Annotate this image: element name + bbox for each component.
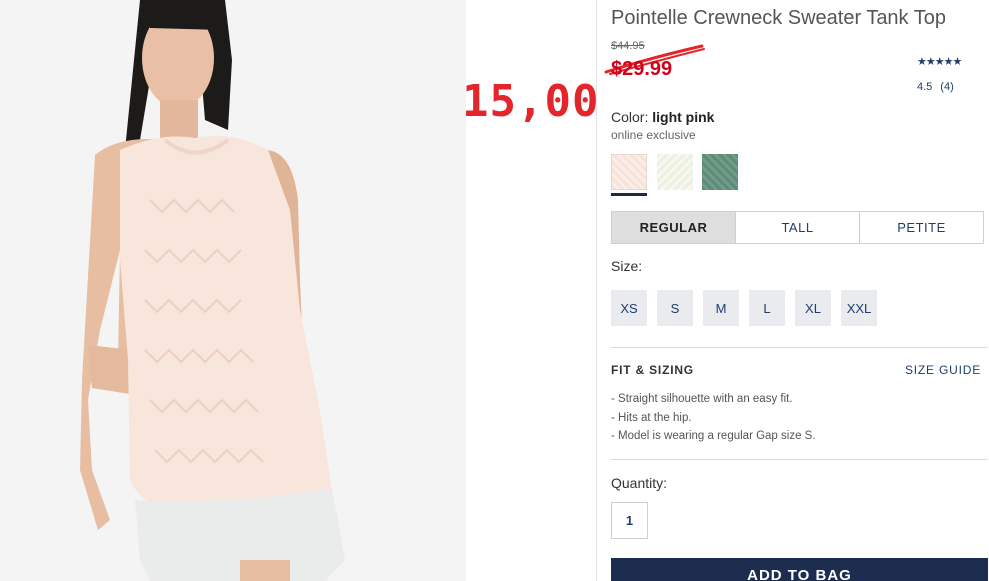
- add-to-bag-button[interactable]: ADD TO BAG: [611, 558, 988, 581]
- fit-tab-regular[interactable]: REGULAR: [612, 212, 735, 243]
- divider: [611, 347, 988, 348]
- product-title: Pointelle Crewneck Sweater Tank Top: [611, 7, 946, 29]
- size-options: XS S M L XL XXL: [611, 290, 877, 326]
- size-button-xxl[interactable]: XXL: [841, 290, 877, 326]
- fit-tab-tall[interactable]: TALL: [735, 212, 859, 243]
- swatch-light-pink[interactable]: [611, 154, 647, 190]
- swatch-green[interactable]: [702, 154, 738, 190]
- size-button-m[interactable]: M: [703, 290, 739, 326]
- online-exclusive-note: online exclusive: [611, 128, 696, 142]
- quantity-label: Quantity:: [611, 475, 668, 491]
- review-count[interactable]: (4): [940, 81, 953, 93]
- original-price: $44.95: [611, 40, 645, 52]
- size-button-xl[interactable]: XL: [795, 290, 831, 326]
- fit-sizing-heading: FIT & SIZING: [611, 363, 694, 377]
- rating-value: 4.5: [917, 81, 933, 93]
- product-image[interactable]: [0, 0, 466, 581]
- model-photo: [0, 0, 466, 581]
- rating-stars[interactable]: ★★★★★: [917, 55, 962, 68]
- rating-summary[interactable]: 4.5 (4): [917, 81, 954, 93]
- size-button-l[interactable]: L: [749, 290, 785, 326]
- fit-detail-item: - Model is wearing a regular Gap size S.: [611, 430, 816, 442]
- color-label: Color:: [611, 109, 649, 125]
- fit-selector: REGULAR TALL PETITE: [611, 211, 984, 244]
- size-button-s[interactable]: S: [657, 290, 693, 326]
- quantity-input[interactable]: 1: [611, 502, 648, 539]
- fit-detail-item: - Straight silhouette with an easy fit.: [611, 393, 793, 405]
- size-button-xs[interactable]: XS: [611, 290, 647, 326]
- fit-details-list: - Straight silhouette with an easy fit. …: [611, 390, 816, 446]
- color-value: light pink: [652, 109, 715, 125]
- selected-swatch-indicator: [611, 193, 647, 196]
- size-label: Size:: [611, 258, 643, 274]
- size-guide-link[interactable]: SIZE GUIDE: [905, 363, 981, 377]
- swatch-cream[interactable]: [657, 154, 693, 190]
- product-details-panel: Pointelle Crewneck Sweater Tank Top $44.…: [596, 0, 989, 581]
- sale-price: $29.99: [611, 58, 673, 80]
- divider: [611, 459, 988, 460]
- fit-tab-petite[interactable]: PETITE: [859, 212, 983, 243]
- handwritten-price-annotation: 15,00: [462, 76, 600, 127]
- color-selection-label: Color: light pink: [611, 109, 714, 125]
- fit-detail-item: - Hits at the hip.: [611, 411, 692, 424]
